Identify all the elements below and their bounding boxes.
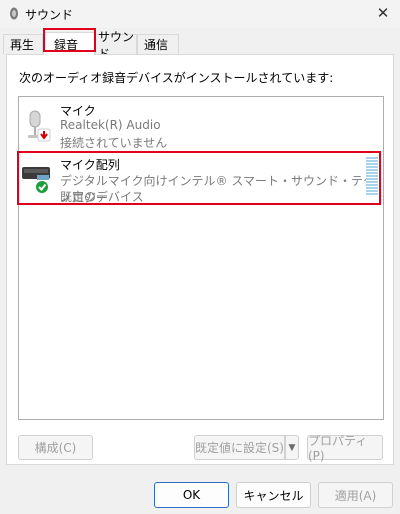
- chevron-down-icon: ▼: [288, 442, 296, 453]
- tab-communications[interactable]: 通信: [137, 34, 179, 54]
- tab-recording-label: 録音: [54, 37, 79, 52]
- tab-strip: 再生 録音 サウンド 通信: [0, 30, 400, 61]
- tab-recording[interactable]: 録音: [43, 32, 95, 55]
- device-list[interactable]: マイク Realtek(R) Audio 接続されていません マイク配列 デジタ…: [17, 96, 384, 420]
- recording-panel: 次のオーディオ録音デバイスがインストールされています: マイク Realtek(…: [6, 54, 394, 465]
- device-name: マイク配列: [60, 158, 120, 172]
- title-bar: サウンド ✕: [0, 0, 400, 28]
- apply-label: 適用(A): [334, 488, 377, 503]
- device-item-microphone[interactable]: マイク Realtek(R) Audio 接続されていません: [19, 97, 383, 151]
- set-default-dropdown[interactable]: ▼: [285, 435, 299, 460]
- device-status: 接続されていません: [60, 136, 168, 150]
- apply-button[interactable]: 適用(A): [318, 482, 393, 508]
- set-default-label: 既定値に設定(S): [195, 441, 284, 455]
- device-status: 既定のデバイス: [60, 190, 144, 204]
- device-driver: Realtek(R) Audio: [60, 118, 161, 132]
- default-check-icon: [36, 181, 48, 193]
- set-default-button[interactable]: 既定値に設定(S): [194, 435, 285, 460]
- ok-button[interactable]: OK: [154, 482, 229, 508]
- tab-playback[interactable]: 再生: [3, 34, 43, 54]
- level-meter: [366, 157, 378, 195]
- device-item-mic-array[interactable]: マイク配列 デジタルマイク向けインテル® スマート・サウンド・テクノロジー 既定…: [19, 151, 383, 205]
- microphone-icon: [28, 110, 51, 142]
- tab-communications-label: 通信: [144, 38, 169, 52]
- tab-playback-label: 再生: [10, 38, 35, 52]
- properties-label: プロパティ(P): [308, 434, 368, 463]
- disconnected-arrow-icon: [37, 128, 51, 142]
- window-title: サウンド: [25, 8, 74, 22]
- configure-button[interactable]: 構成(C): [18, 435, 93, 460]
- close-button[interactable]: ✕: [366, 0, 400, 26]
- tab-sounds[interactable]: サウンド: [95, 30, 137, 61]
- speaker-icon: [10, 7, 18, 20]
- configure-label: 構成(C): [34, 441, 77, 455]
- properties-button[interactable]: プロパティ(P): [307, 434, 383, 463]
- instruction-text: 次のオーディオ録音デバイスがインストールされています:: [19, 71, 334, 85]
- mic-array-icon: [22, 167, 50, 193]
- cancel-button[interactable]: キャンセル: [236, 482, 311, 508]
- device-name: マイク: [60, 104, 96, 118]
- ok-label: OK: [182, 488, 201, 502]
- close-icon: ✕: [376, 4, 390, 22]
- cancel-label: キャンセル: [243, 488, 304, 503]
